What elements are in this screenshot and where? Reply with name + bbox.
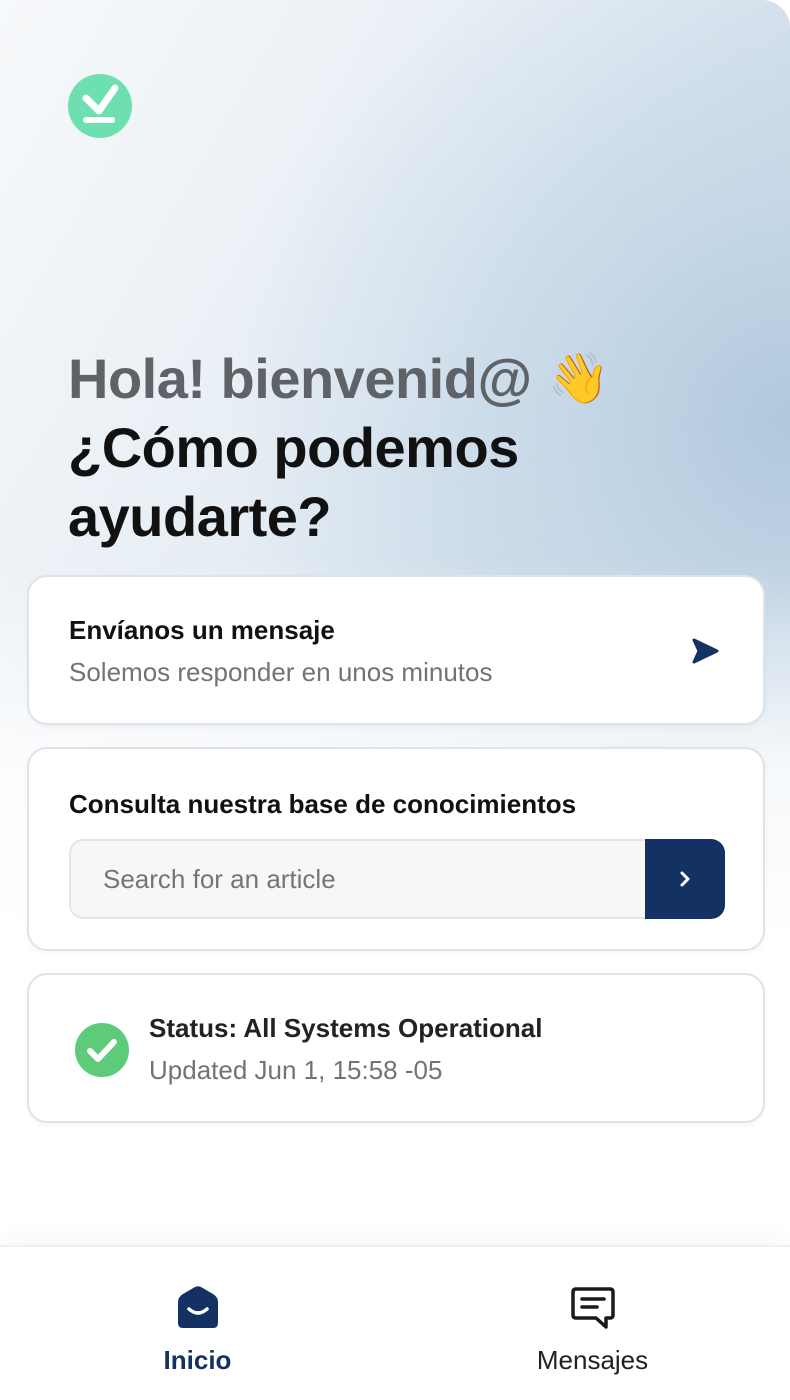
bottom-nav: Inicio Mensajes [0,1245,790,1400]
send-message-title: Envíanos un mensaje [69,615,335,645]
check-circle-icon [75,1023,129,1077]
chevron-right-icon [680,871,690,887]
nav-label-inicio: Inicio [163,1345,232,1375]
status-updated: Updated Jun 1, 15:58 -05 [149,1055,443,1085]
send-icon [691,637,719,665]
home-icon [175,1285,221,1331]
send-message-subtitle: Solemos responder en unos minutos [69,657,493,687]
greeting-hello: Hola! bienvenid@ 👋 [68,344,748,413]
nav-label-mensajes: Mensajes [536,1345,649,1375]
greeting: Hola! bienvenid@ 👋 ¿Cómo podemos ayudart… [68,344,748,551]
wave-icon: 👋 [547,350,610,406]
brand-logo-icon [68,74,132,138]
status-title: Status: All Systems Operational [149,1013,543,1043]
greeting-question: ¿Cómo podemos ayudarte? [68,416,519,548]
knowledge-base-title: Consulta nuestra base de conocimientos [69,789,577,819]
messages-icon [570,1285,616,1331]
nav-item-mensajes[interactable]: Mensajes [395,1247,790,1400]
article-search [69,839,725,919]
article-search-input[interactable] [69,839,645,919]
article-search-button[interactable] [645,839,725,919]
knowledge-base-card: Consulta nuestra base de conocimientos [27,747,765,951]
status-card[interactable]: Status: All Systems Operational Updated … [27,973,765,1123]
nav-item-inicio[interactable]: Inicio [0,1247,395,1400]
send-message-card[interactable]: Envíanos un mensaje Solemos responder en… [27,575,765,725]
greeting-hello-text: Hola! bienvenid@ [68,347,532,410]
